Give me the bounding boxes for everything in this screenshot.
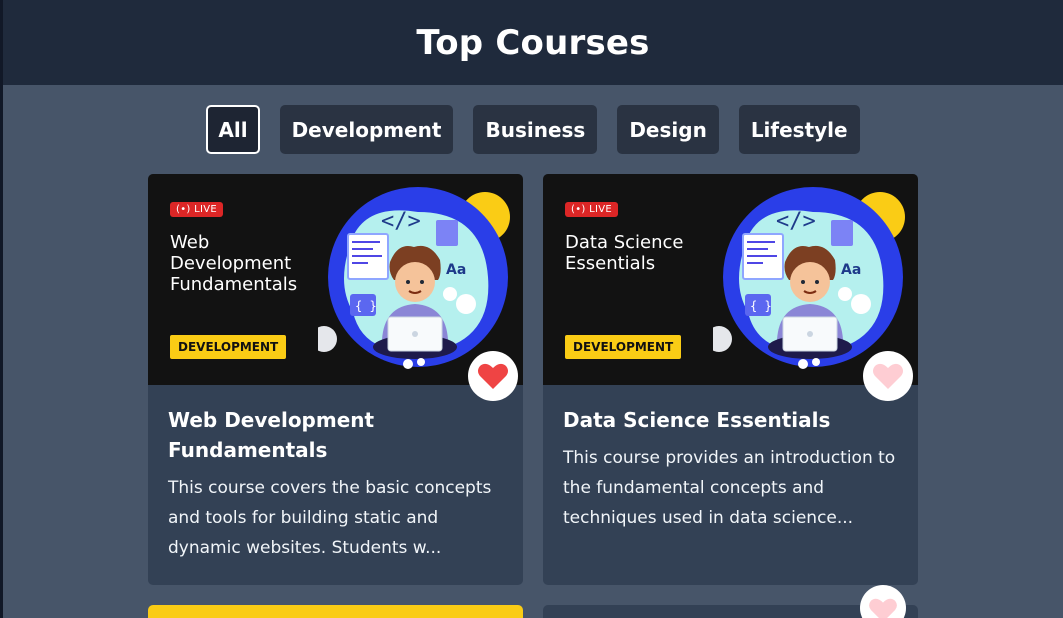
category-tag: DEVELOPMENT bbox=[565, 335, 682, 359]
app-root: Top Courses All Development Business Des… bbox=[3, 0, 1063, 618]
svg-text:Aa: Aa bbox=[841, 262, 861, 278]
live-badge: (•) LIVE bbox=[565, 202, 618, 217]
category-tag: DEVELOPMENT bbox=[170, 335, 287, 359]
filter-lifestyle-button[interactable]: Lifestyle bbox=[738, 105, 860, 154]
course-card-partial[interactable] bbox=[543, 585, 918, 618]
page-title: Top Courses bbox=[416, 22, 650, 63]
course-card[interactable]: (•) LIVE Data Science Essentials DEVELOP… bbox=[543, 174, 918, 585]
course-title[interactable]: Data Science Essentials bbox=[563, 405, 898, 435]
svg-text:{ }: { } bbox=[355, 299, 377, 313]
course-card-body: Data Science Essentials This course prov… bbox=[543, 385, 918, 551]
thumbnail-title: Web Development Fundamentals bbox=[170, 232, 298, 295]
course-description: This course covers the basic concepts an… bbox=[168, 478, 492, 558]
course-card-body: Web Development Fundamentals This course… bbox=[148, 385, 523, 581]
thumbnail-title: Data Science Essentials bbox=[565, 232, 684, 274]
page-header: Top Courses bbox=[3, 0, 1063, 85]
filter-development-button[interactable]: Development bbox=[279, 105, 454, 154]
svg-text:</>: </> bbox=[776, 209, 816, 234]
course-description: This course provides an introduction to … bbox=[563, 448, 896, 528]
course-card-partial[interactable] bbox=[148, 605, 523, 618]
heart-icon bbox=[873, 363, 903, 389]
heart-icon bbox=[478, 363, 508, 389]
course-thumbnail: (•) LIVE Data Science Essentials DEVELOP… bbox=[543, 174, 918, 385]
favorite-button[interactable] bbox=[860, 585, 906, 618]
filter-design-button[interactable]: Design bbox=[617, 105, 719, 154]
course-card[interactable]: (•) LIVE Web Development Fundamentals DE… bbox=[148, 174, 523, 585]
filter-all-button[interactable]: All bbox=[206, 105, 260, 154]
category-filter-bar: All Development Business Design Lifestyl… bbox=[3, 105, 1063, 154]
course-thumbnail: (•) LIVE Web Development Fundamentals DE… bbox=[148, 174, 523, 385]
filter-business-button[interactable]: Business bbox=[473, 105, 598, 154]
svg-text:{ }: { } bbox=[750, 299, 772, 313]
live-badge: (•) LIVE bbox=[170, 202, 223, 217]
favorite-button[interactable] bbox=[468, 351, 518, 401]
favorite-button[interactable] bbox=[863, 351, 913, 401]
heart-icon bbox=[869, 598, 897, 618]
svg-text:</>: </> bbox=[381, 209, 421, 234]
course-title[interactable]: Web Development Fundamentals bbox=[168, 405, 503, 465]
svg-text:Aa: Aa bbox=[446, 262, 466, 278]
